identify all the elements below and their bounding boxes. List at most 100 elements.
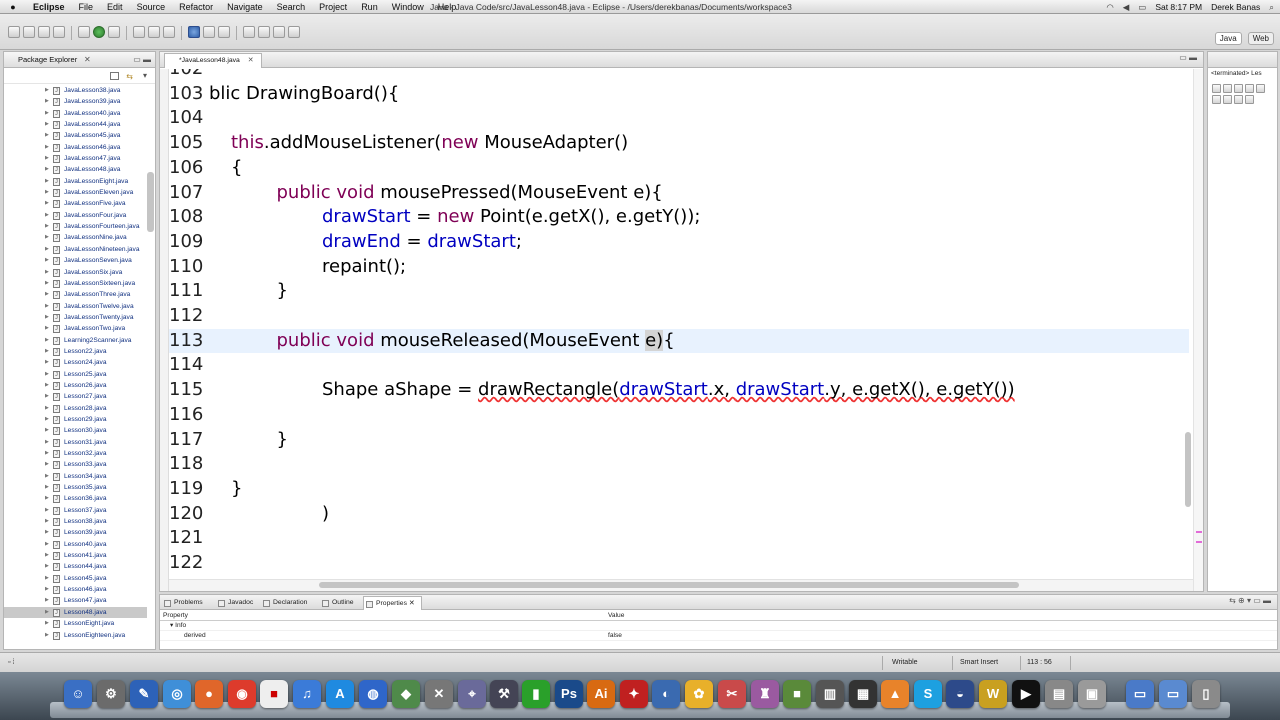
list-item[interactable]: ▶ J Lesson37.java — [4, 505, 147, 516]
itunes-icon[interactable]: ♫ — [293, 680, 321, 708]
previous-annotation-icon[interactable] — [258, 26, 270, 38]
volume-icon[interactable]: ◀ — [1123, 0, 1130, 14]
expand-arrow-icon[interactable]: ▶ — [45, 380, 49, 391]
safari-icon[interactable]: ◎ — [163, 680, 191, 708]
perspective-web[interactable]: Web — [1247, 32, 1274, 45]
clear-console-icon[interactable] — [1212, 95, 1221, 104]
column-property[interactable]: Property — [163, 611, 188, 621]
package-explorer-scrollbar[interactable] — [147, 172, 154, 232]
snippet-icon[interactable]: ✂ — [718, 680, 746, 708]
menu-refactor[interactable]: Refactor — [172, 0, 220, 14]
list-item[interactable]: ▶ J Lesson47.java — [4, 595, 147, 606]
perspective-java[interactable]: Java — [1214, 32, 1242, 45]
code-line[interactable]: 118 — [169, 452, 1189, 477]
list-item[interactable]: ▶ J JavaLessonNineteen.java — [4, 244, 147, 255]
code-line[interactable]: 103 blic DrawingBoard(){ — [169, 82, 1189, 107]
external-tools-icon[interactable] — [108, 26, 120, 38]
expand-arrow-icon[interactable]: ▶ — [45, 448, 49, 459]
remove-launch-icon[interactable] — [1223, 84, 1232, 93]
list-item[interactable]: ▶ J JavaLesson47.java — [4, 153, 147, 164]
code-line[interactable]: 113 public void mouseReleased(MouseEvent … — [169, 328, 1189, 354]
wifi-icon[interactable]: ◠ — [1106, 0, 1113, 14]
photoshop-icon[interactable]: Ps — [555, 680, 583, 708]
word-wrap-icon[interactable] — [1223, 95, 1232, 104]
expand-arrow-icon[interactable]: ▶ — [45, 164, 49, 175]
code-line[interactable]: 109 drawEnd = drawStart; — [169, 230, 1189, 255]
expand-arrow-icon[interactable]: ▶ — [45, 391, 49, 402]
code-line[interactable]: 112 — [169, 304, 1189, 329]
expand-arrow-icon[interactable]: ▶ — [45, 221, 49, 232]
network-icon[interactable]: ◍ — [359, 680, 387, 708]
list-item[interactable]: ▶ J JavaLesson48.java — [4, 164, 147, 175]
new-class-icon[interactable] — [163, 26, 175, 38]
illustrator-icon[interactable]: Ai — [587, 680, 615, 708]
menu-search[interactable]: Search — [270, 0, 313, 14]
horizontal-scrollbar[interactable] — [319, 582, 1019, 588]
expand-arrow-icon[interactable]: ▶ — [45, 187, 49, 198]
photos-icon[interactable]: ✿ — [685, 680, 713, 708]
expand-arrow-icon[interactable]: ▶ — [45, 561, 49, 572]
print-icon[interactable] — [53, 26, 65, 38]
expand-arrow-icon[interactable]: ▶ — [45, 244, 49, 255]
skype-icon[interactable]: S — [914, 680, 942, 708]
game-icon[interactable]: ♜ — [751, 680, 779, 708]
terminate-icon[interactable] — [1212, 84, 1221, 93]
list-item[interactable]: ▶ J JavaLessonSix.java — [4, 267, 147, 278]
clock[interactable]: Sat 8:17 PM — [1155, 0, 1202, 14]
expand-arrow-icon[interactable]: ▶ — [45, 471, 49, 482]
utility-icon[interactable]: ◆ — [392, 680, 420, 708]
close-icon[interactable]: ✕ — [248, 57, 254, 64]
list-item[interactable]: ▶ J LessonEighteen.java — [4, 630, 147, 641]
expand-arrow-icon[interactable]: ▶ — [45, 108, 49, 119]
insert-mode-status[interactable]: Smart Insert — [960, 659, 998, 666]
menu-window[interactable]: Window — [385, 0, 431, 14]
list-item[interactable]: ▶ J JavaLessonSixteen.java — [4, 278, 147, 289]
code-line[interactable]: 102 — [169, 69, 1189, 82]
new-package-icon[interactable] — [148, 26, 160, 38]
code-line[interactable]: 114 — [169, 353, 1189, 378]
expand-arrow-icon[interactable]: ▶ — [45, 85, 49, 96]
menu-run[interactable]: Run — [354, 0, 385, 14]
expand-arrow-icon[interactable]: ▶ — [45, 493, 49, 504]
vertical-scrollbar[interactable] — [1185, 432, 1191, 507]
globe-icon[interactable]: ◒ — [946, 680, 974, 708]
search-icon[interactable] — [203, 26, 215, 38]
save-all-icon[interactable] — [38, 26, 50, 38]
list-item[interactable]: ▶ J Lesson48.java — [4, 606, 147, 619]
expand-arrow-icon[interactable]: ▶ — [45, 425, 49, 436]
collapse-all-icon[interactable] — [110, 72, 119, 80]
preview-icon[interactable]: ▣ — [1078, 680, 1106, 708]
save-icon[interactable] — [23, 26, 35, 38]
code-line[interactable]: 111} — [169, 279, 1189, 304]
code-line[interactable]: 119} — [169, 477, 1189, 502]
back-icon[interactable] — [273, 26, 285, 38]
display-console-icon[interactable] — [1245, 95, 1254, 104]
view-controls[interactable]: ▭ ▬ — [133, 52, 151, 68]
apple-menu-icon[interactable]: ● — [0, 2, 26, 12]
list-item[interactable]: ▶ J Lesson44.java — [4, 561, 147, 572]
expand-arrow-icon[interactable]: ▶ — [45, 232, 49, 243]
list-item[interactable]: ▶ J JavaLessonSeven.java — [4, 255, 147, 266]
list-item[interactable]: ▶ J Lesson22.java — [4, 346, 147, 357]
expand-arrow-icon[interactable]: ▶ — [45, 607, 49, 618]
link-editor-icon[interactable]: ⇆ — [126, 72, 133, 81]
system-preferences-icon[interactable]: ⚙ — [97, 680, 125, 708]
list-item[interactable]: ▶ J Lesson29.java — [4, 414, 147, 425]
close-icon[interactable]: ✕ — [84, 52, 91, 68]
editor-controls[interactable]: ▭ ▬ — [1179, 53, 1197, 62]
expand-arrow-icon[interactable]: ▶ — [45, 550, 49, 561]
list-item[interactable]: ▶ J JavaLesson39.java — [4, 96, 147, 107]
console-tabbar[interactable] — [1208, 52, 1277, 68]
list-item[interactable]: ▶ J Lesson41.java — [4, 550, 147, 561]
list-item[interactable]: ▶ J JavaLesson38.java — [4, 85, 147, 96]
expand-arrow-icon[interactable]: ▶ — [45, 403, 49, 414]
expand-arrow-icon[interactable]: ▶ — [45, 414, 49, 425]
table-row[interactable]: derived false — [160, 631, 1277, 641]
firefox-icon[interactable]: ● — [195, 680, 223, 708]
debug-icon[interactable] — [78, 26, 90, 38]
list-item[interactable]: ▶ J Lesson35.java — [4, 482, 147, 493]
tools-icon[interactable]: ✕ — [425, 680, 453, 708]
expand-arrow-icon[interactable]: ▶ — [45, 255, 49, 266]
code-line[interactable]: 120) — [169, 502, 1189, 527]
expand-arrow-icon[interactable]: ▶ — [45, 153, 49, 164]
